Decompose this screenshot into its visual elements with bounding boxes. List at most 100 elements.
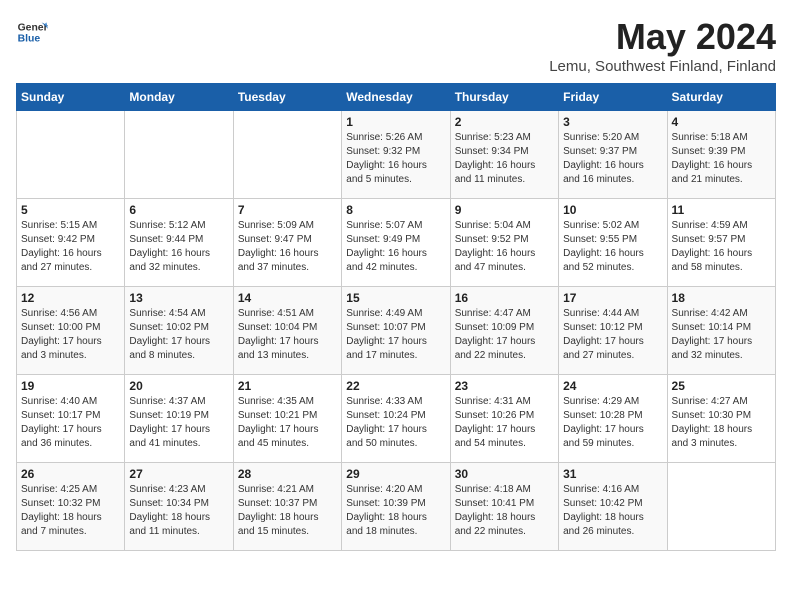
day-info: Sunrise: 5:23 AMSunset: 9:34 PMDaylight:… (455, 132, 536, 185)
weekday-header-monday: Monday (125, 84, 233, 111)
day-info: Sunrise: 4:16 AMSunset: 10:42 PMDaylight… (563, 484, 644, 537)
calendar-cell: 30 Sunrise: 4:18 AMSunset: 10:41 PMDayli… (450, 463, 558, 551)
weekday-header-tuesday: Tuesday (233, 84, 341, 111)
day-info: Sunrise: 5:04 AMSunset: 9:52 PMDaylight:… (455, 220, 536, 273)
calendar-cell: 2 Sunrise: 5:23 AMSunset: 9:34 PMDayligh… (450, 111, 558, 199)
day-number: 5 (21, 203, 120, 217)
calendar-cell (125, 111, 233, 199)
weekday-header-row: SundayMondayTuesdayWednesdayThursdayFrid… (17, 84, 776, 111)
day-info: Sunrise: 4:20 AMSunset: 10:39 PMDaylight… (346, 484, 427, 537)
day-number: 14 (238, 291, 337, 305)
day-info: Sunrise: 4:44 AMSunset: 10:12 PMDaylight… (563, 308, 644, 361)
week-row-3: 12 Sunrise: 4:56 AMSunset: 10:00 PMDayli… (17, 287, 776, 375)
day-number: 8 (346, 203, 445, 217)
calendar-cell: 31 Sunrise: 4:16 AMSunset: 10:42 PMDayli… (559, 463, 667, 551)
day-info: Sunrise: 5:18 AMSunset: 9:39 PMDaylight:… (672, 132, 753, 185)
day-info: Sunrise: 4:27 AMSunset: 10:30 PMDaylight… (672, 396, 753, 449)
day-info: Sunrise: 5:26 AMSunset: 9:32 PMDaylight:… (346, 132, 427, 185)
weekday-header-saturday: Saturday (667, 84, 775, 111)
day-info: Sunrise: 4:59 AMSunset: 9:57 PMDaylight:… (672, 220, 753, 273)
calendar-cell: 10 Sunrise: 5:02 AMSunset: 9:55 PMDaylig… (559, 199, 667, 287)
weekday-header-friday: Friday (559, 84, 667, 111)
day-number: 25 (672, 379, 771, 393)
calendar-cell: 1 Sunrise: 5:26 AMSunset: 9:32 PMDayligh… (342, 111, 450, 199)
month-year: May 2024 (549, 16, 776, 58)
day-number: 20 (129, 379, 228, 393)
calendar-cell: 23 Sunrise: 4:31 AMSunset: 10:26 PMDayli… (450, 375, 558, 463)
calendar-cell: 29 Sunrise: 4:20 AMSunset: 10:39 PMDayli… (342, 463, 450, 551)
day-info: Sunrise: 4:42 AMSunset: 10:14 PMDaylight… (672, 308, 753, 361)
day-info: Sunrise: 4:18 AMSunset: 10:41 PMDaylight… (455, 484, 536, 537)
day-info: Sunrise: 4:33 AMSunset: 10:24 PMDaylight… (346, 396, 427, 449)
page-header: General Blue May 2024 Lemu, Southwest Fi… (16, 16, 776, 75)
day-info: Sunrise: 4:37 AMSunset: 10:19 PMDaylight… (129, 396, 210, 449)
logo: General Blue (16, 16, 48, 48)
weekday-header-wednesday: Wednesday (342, 84, 450, 111)
day-number: 6 (129, 203, 228, 217)
calendar-cell: 22 Sunrise: 4:33 AMSunset: 10:24 PMDayli… (342, 375, 450, 463)
weekday-header-thursday: Thursday (450, 84, 558, 111)
day-info: Sunrise: 4:40 AMSunset: 10:17 PMDaylight… (21, 396, 102, 449)
day-number: 1 (346, 115, 445, 129)
calendar-cell: 6 Sunrise: 5:12 AMSunset: 9:44 PMDayligh… (125, 199, 233, 287)
calendar-cell: 24 Sunrise: 4:29 AMSunset: 10:28 PMDayli… (559, 375, 667, 463)
day-number: 28 (238, 467, 337, 481)
weekday-header-sunday: Sunday (17, 84, 125, 111)
day-number: 27 (129, 467, 228, 481)
calendar-cell: 3 Sunrise: 5:20 AMSunset: 9:37 PMDayligh… (559, 111, 667, 199)
week-row-5: 26 Sunrise: 4:25 AMSunset: 10:32 PMDayli… (17, 463, 776, 551)
day-info: Sunrise: 4:25 AMSunset: 10:32 PMDaylight… (21, 484, 102, 537)
calendar-cell: 25 Sunrise: 4:27 AMSunset: 10:30 PMDayli… (667, 375, 775, 463)
calendar-table: SundayMondayTuesdayWednesdayThursdayFrid… (16, 83, 776, 551)
calendar-cell: 13 Sunrise: 4:54 AMSunset: 10:02 PMDayli… (125, 287, 233, 375)
day-number: 18 (672, 291, 771, 305)
day-info: Sunrise: 4:56 AMSunset: 10:00 PMDaylight… (21, 308, 102, 361)
day-info: Sunrise: 4:49 AMSunset: 10:07 PMDaylight… (346, 308, 427, 361)
day-number: 21 (238, 379, 337, 393)
day-number: 9 (455, 203, 554, 217)
day-number: 31 (563, 467, 662, 481)
calendar-cell: 16 Sunrise: 4:47 AMSunset: 10:09 PMDayli… (450, 287, 558, 375)
calendar-cell: 28 Sunrise: 4:21 AMSunset: 10:37 PMDayli… (233, 463, 341, 551)
day-number: 17 (563, 291, 662, 305)
calendar-cell: 17 Sunrise: 4:44 AMSunset: 10:12 PMDayli… (559, 287, 667, 375)
day-info: Sunrise: 4:31 AMSunset: 10:26 PMDaylight… (455, 396, 536, 449)
day-number: 22 (346, 379, 445, 393)
calendar-cell: 12 Sunrise: 4:56 AMSunset: 10:00 PMDayli… (17, 287, 125, 375)
day-number: 15 (346, 291, 445, 305)
day-info: Sunrise: 5:12 AMSunset: 9:44 PMDaylight:… (129, 220, 210, 273)
day-number: 26 (21, 467, 120, 481)
day-info: Sunrise: 4:35 AMSunset: 10:21 PMDaylight… (238, 396, 319, 449)
day-number: 24 (563, 379, 662, 393)
calendar-cell (667, 463, 775, 551)
location: Lemu, Southwest Finland, Finland (549, 58, 776, 75)
day-info: Sunrise: 5:15 AMSunset: 9:42 PMDaylight:… (21, 220, 102, 273)
calendar-cell: 20 Sunrise: 4:37 AMSunset: 10:19 PMDayli… (125, 375, 233, 463)
calendar-cell: 11 Sunrise: 4:59 AMSunset: 9:57 PMDaylig… (667, 199, 775, 287)
calendar-cell: 9 Sunrise: 5:04 AMSunset: 9:52 PMDayligh… (450, 199, 558, 287)
day-info: Sunrise: 4:47 AMSunset: 10:09 PMDaylight… (455, 308, 536, 361)
calendar-cell: 19 Sunrise: 4:40 AMSunset: 10:17 PMDayli… (17, 375, 125, 463)
day-number: 4 (672, 115, 771, 129)
day-number: 16 (455, 291, 554, 305)
logo-icon: General Blue (16, 16, 48, 48)
day-number: 30 (455, 467, 554, 481)
day-number: 3 (563, 115, 662, 129)
day-number: 19 (21, 379, 120, 393)
calendar-cell: 14 Sunrise: 4:51 AMSunset: 10:04 PMDayli… (233, 287, 341, 375)
day-info: Sunrise: 4:29 AMSunset: 10:28 PMDaylight… (563, 396, 644, 449)
calendar-cell: 26 Sunrise: 4:25 AMSunset: 10:32 PMDayli… (17, 463, 125, 551)
day-number: 23 (455, 379, 554, 393)
calendar-cell: 18 Sunrise: 4:42 AMSunset: 10:14 PMDayli… (667, 287, 775, 375)
calendar-cell (233, 111, 341, 199)
day-info: Sunrise: 5:20 AMSunset: 9:37 PMDaylight:… (563, 132, 644, 185)
day-number: 11 (672, 203, 771, 217)
day-number: 10 (563, 203, 662, 217)
day-info: Sunrise: 4:51 AMSunset: 10:04 PMDaylight… (238, 308, 319, 361)
day-info: Sunrise: 5:07 AMSunset: 9:49 PMDaylight:… (346, 220, 427, 273)
day-info: Sunrise: 5:02 AMSunset: 9:55 PMDaylight:… (563, 220, 644, 273)
svg-text:Blue: Blue (18, 34, 41, 45)
calendar-cell: 8 Sunrise: 5:07 AMSunset: 9:49 PMDayligh… (342, 199, 450, 287)
calendar-cell: 5 Sunrise: 5:15 AMSunset: 9:42 PMDayligh… (17, 199, 125, 287)
day-number: 29 (346, 467, 445, 481)
